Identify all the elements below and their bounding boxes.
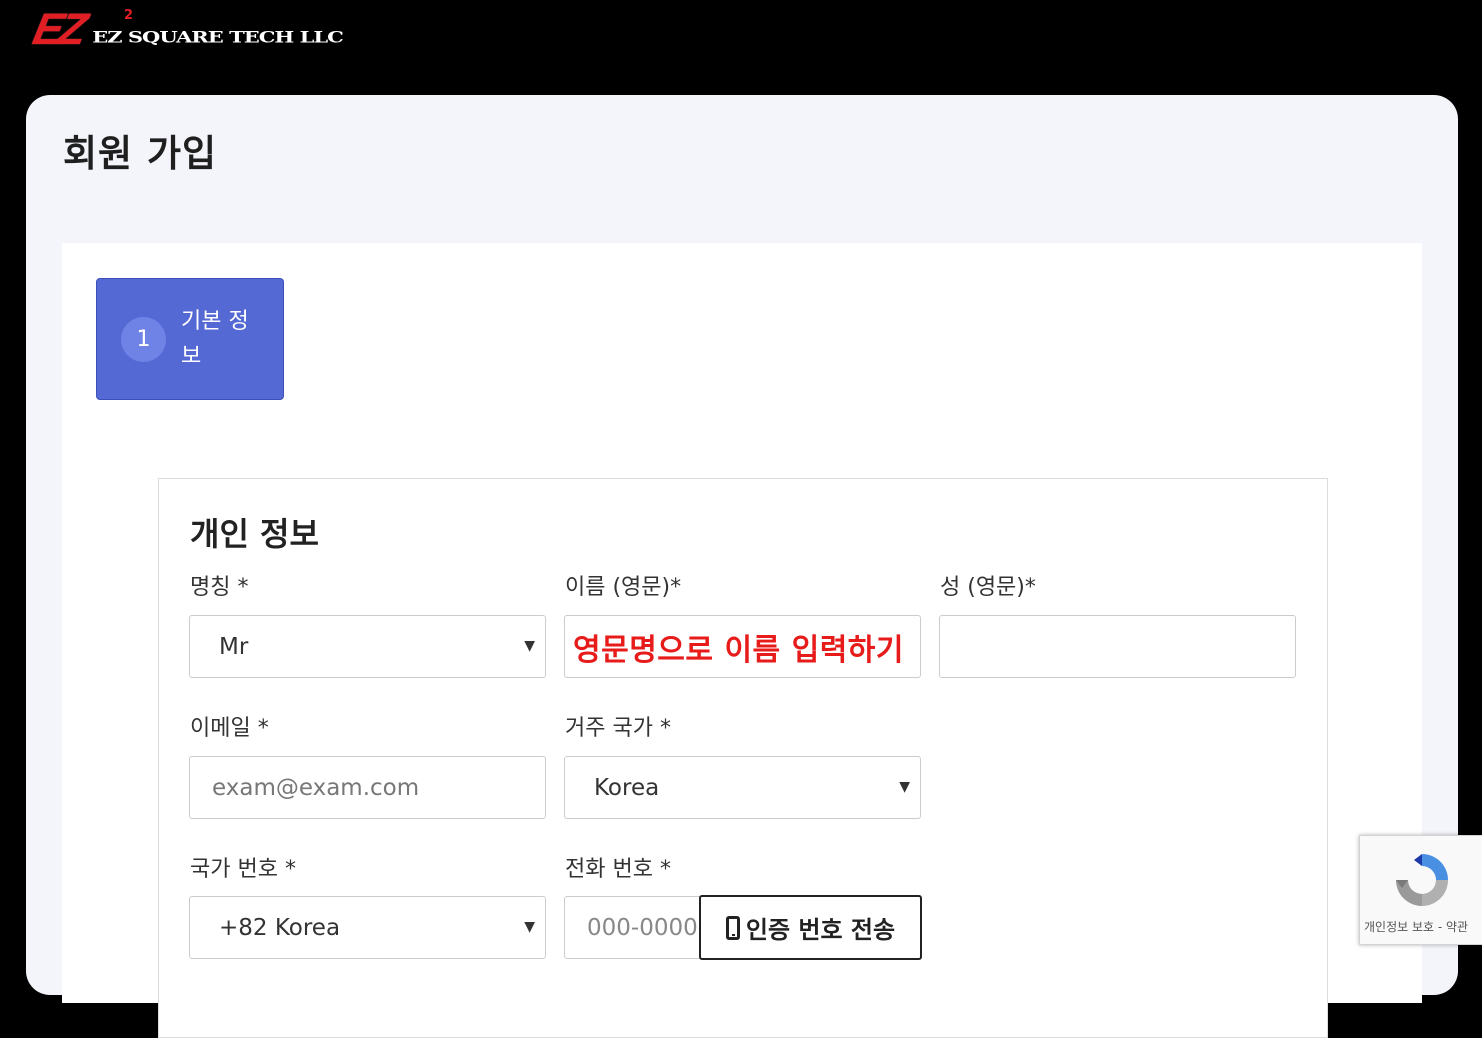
title-select-value: Mr — [219, 633, 249, 660]
chevron-down-icon: ▼ — [524, 919, 535, 935]
phone-label: 전화 번호 * — [565, 857, 671, 882]
page-title: 회원 가입 — [63, 132, 218, 175]
chevron-down-icon: ▼ — [524, 638, 535, 654]
country-label: 거주 국가 * — [565, 716, 671, 741]
company-name: EZ SQUARE TECH LLC — [92, 27, 344, 46]
country-select-value: Korea — [594, 774, 660, 801]
step-number: 1 — [121, 316, 166, 362]
recaptcha-privacy-text[interactable]: 개인정보 보호 - 약관 — [1364, 918, 1468, 935]
logo-mark: EZ — [28, 5, 88, 54]
email-placeholder: exam@exam.com — [212, 774, 420, 801]
last-name-label: 성 (영문)* — [940, 575, 1036, 600]
title-label: 명칭 * — [190, 575, 249, 600]
phone-input[interactable]: 000-0000-0000 — [564, 896, 704, 959]
signup-card: 1 기본 정보 개인 정보 명칭 * Mr ▼ 이름 (영문)* 영문명으로 이… — [62, 243, 1422, 1038]
send-verification-label: 인증 번호 전송 — [745, 916, 896, 944]
section-title: 개인 정보 — [190, 515, 319, 553]
country-select[interactable]: Korea ▼ — [564, 756, 921, 819]
first-name-annotation: 영문명으로 이름 입력하기 — [573, 632, 904, 668]
company-logo[interactable]: EZ 2 EZ SQUARE TECH LLC — [29, 5, 344, 54]
recaptcha-icon — [1396, 854, 1448, 906]
recaptcha-badge[interactable]: 개인정보 보호 - 약관 — [1359, 835, 1482, 945]
country-code-value: +82 Korea — [219, 914, 341, 941]
first-name-input[interactable]: 영문명으로 이름 입력하기 — [564, 615, 921, 678]
personal-info-section: 개인 정보 명칭 * Mr ▼ 이름 (영문)* 영문명으로 이름 입력하기 성… — [158, 478, 1328, 1038]
phone-placeholder: 000-0000-0000 — [587, 914, 704, 941]
country-code-select[interactable]: +82 Korea ▼ — [189, 896, 546, 959]
title-select[interactable]: Mr ▼ — [189, 615, 546, 678]
send-verification-button[interactable]: 인증 번호 전송 — [699, 895, 922, 960]
first-name-label: 이름 (영문)* — [565, 575, 682, 600]
mobile-phone-icon — [725, 915, 740, 940]
top-bar: EZ 2 EZ SQUARE TECH LLC — [0, 0, 1482, 95]
last-name-input[interactable] — [939, 615, 1296, 678]
email-label: 이메일 * — [190, 716, 269, 741]
main-panel: 회원 가입 1 기본 정보 개인 정보 명칭 * Mr ▼ 이름 (영문)* 영… — [26, 95, 1458, 1038]
country-code-label: 국가 번호 * — [190, 857, 296, 882]
logo-superscript: 2 — [124, 8, 134, 23]
step-label: 기본 정보 — [181, 309, 249, 369]
email-input[interactable]: exam@exam.com — [189, 756, 546, 819]
chevron-down-icon: ▼ — [899, 779, 910, 795]
step-basic-info[interactable]: 1 기본 정보 — [96, 278, 284, 400]
